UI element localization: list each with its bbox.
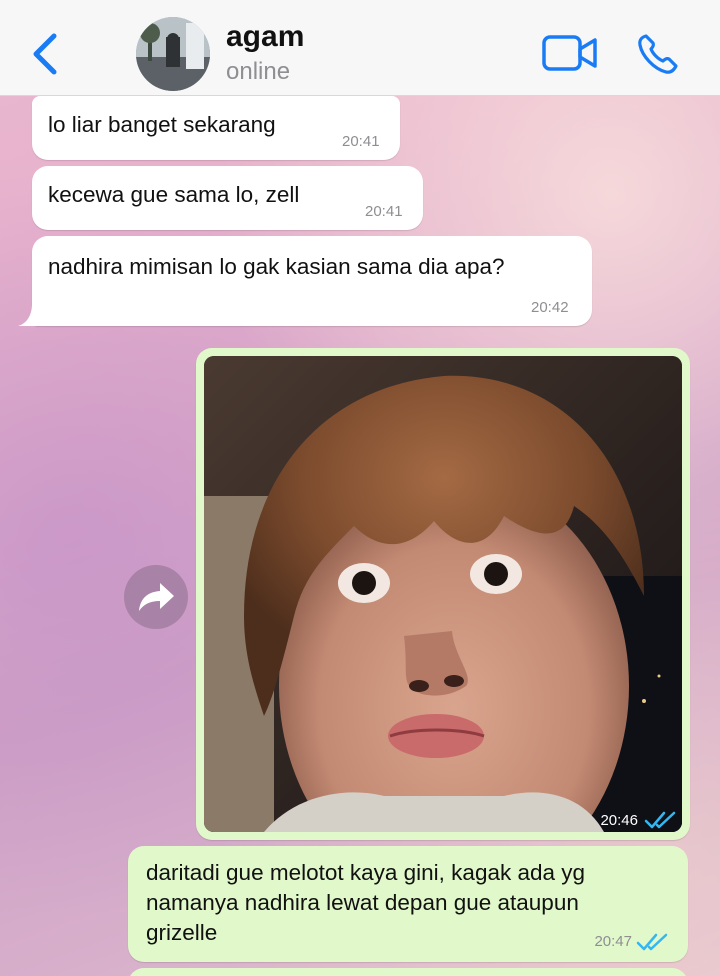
bubble-tail bbox=[18, 304, 40, 326]
message-time: 20:42 bbox=[531, 299, 569, 316]
message-bubble-incoming[interactable]: nadhira mimisan lo gak kasian sama dia a… bbox=[18, 236, 592, 326]
avatar-photo bbox=[136, 17, 210, 91]
message-text: nadhira mimisan lo gak kasian sama dia a… bbox=[48, 254, 505, 279]
video-call-button[interactable] bbox=[542, 34, 598, 72]
message-time: 20:41 bbox=[342, 133, 380, 150]
message-line: daritadi gue melotot kaya gini, kagak ad… bbox=[146, 860, 586, 885]
chevron-left-icon bbox=[33, 33, 57, 75]
message-text: lo liar banget sekarang bbox=[48, 112, 276, 137]
contact-name[interactable]: agam bbox=[226, 20, 304, 54]
contact-status: online bbox=[226, 58, 291, 85]
phone-icon bbox=[638, 34, 678, 74]
forward-button[interactable] bbox=[124, 565, 188, 629]
message-text: kecewa gue sama lo, zell bbox=[48, 182, 300, 207]
voice-call-button[interactable] bbox=[636, 32, 680, 76]
message-bubble-outgoing[interactable]: daritadi gue melotot kaya gini, kagak ad… bbox=[128, 846, 688, 962]
message-time: 20:46 bbox=[600, 812, 638, 829]
avatar[interactable] bbox=[136, 17, 210, 91]
chat-header: agam online bbox=[0, 0, 720, 96]
message-time: 20:41 bbox=[365, 203, 403, 220]
double-check-icon bbox=[644, 811, 676, 829]
message-bubble-incoming[interactable]: kecewa gue sama lo, zell 20:41 bbox=[32, 166, 423, 230]
message-line: namanya nadhira lewat depan gue ataupun bbox=[146, 890, 579, 915]
double-check-icon bbox=[636, 933, 668, 951]
forward-arrow-icon bbox=[139, 583, 174, 611]
video-camera-icon bbox=[542, 35, 597, 71]
message-bubble-incoming[interactable]: lo liar banget sekarang 20:41 bbox=[32, 96, 400, 160]
photo-attachment[interactable] bbox=[204, 356, 682, 832]
back-button[interactable] bbox=[28, 30, 64, 78]
message-bubble-outgoing-partial[interactable] bbox=[128, 968, 688, 976]
message-bubble-outgoing-photo[interactable]: 20:46 bbox=[196, 348, 690, 840]
photo-image bbox=[204, 356, 682, 832]
message-time: 20:47 bbox=[594, 933, 632, 950]
